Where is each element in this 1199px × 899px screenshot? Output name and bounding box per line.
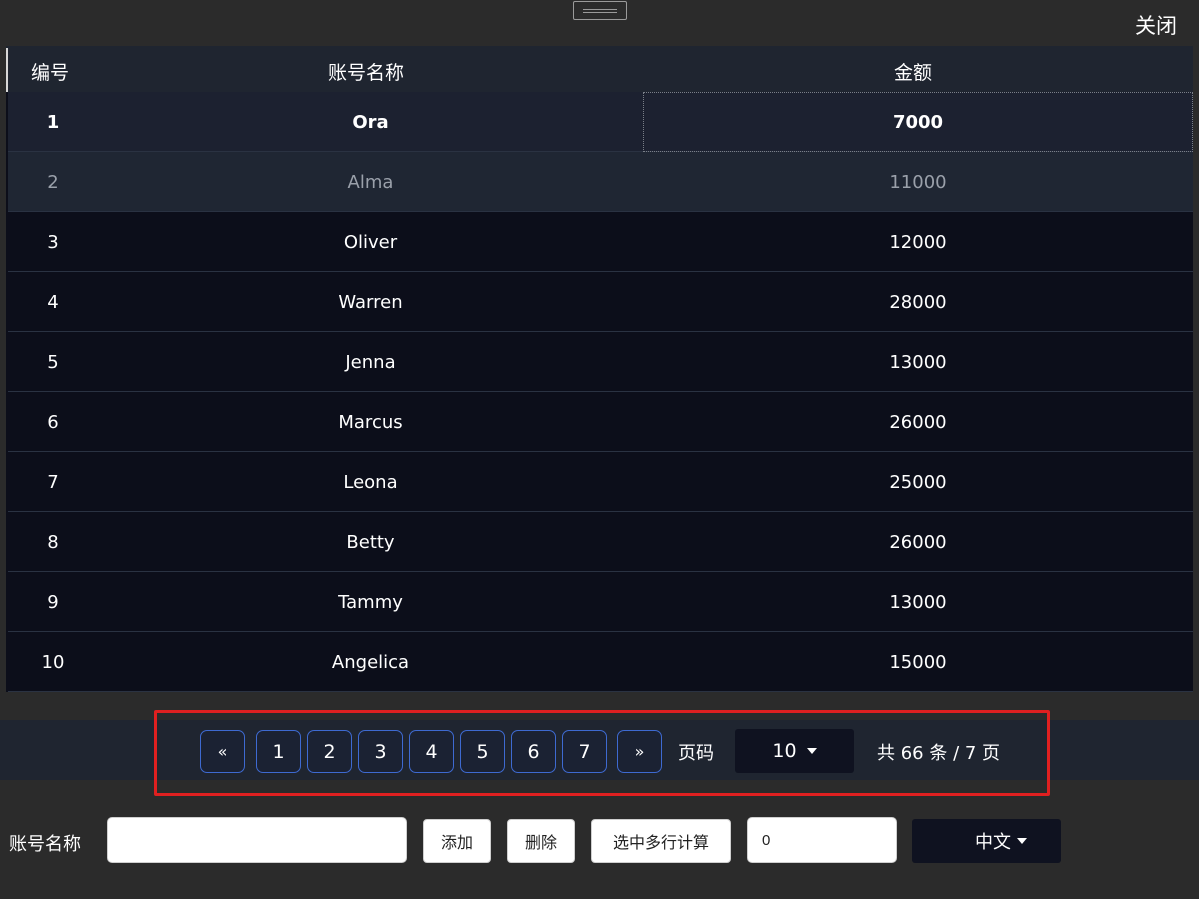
cell-id[interactable]: 6 [8, 392, 98, 452]
cell-id[interactable]: 9 [8, 572, 98, 632]
header-amount[interactable]: 金额 [894, 58, 932, 85]
column-resize-handle[interactable] [6, 48, 8, 92]
page-size-select[interactable]: 10 [735, 729, 854, 773]
multi-row-calc-button[interactable]: 选中多行计算 [591, 819, 731, 863]
cell-amount[interactable]: 25000 [643, 452, 1193, 512]
delete-button[interactable]: 删除 [507, 819, 575, 863]
page-button-6[interactable]: 6 [511, 730, 556, 773]
page-button-5[interactable]: 5 [460, 730, 505, 773]
header-id[interactable]: 编号 [31, 58, 69, 85]
accounts-table: 编号 账号名称 金额 1 Ora 7000 2 Alma 11000 3 Oli… [6, 46, 1193, 692]
page-button-7[interactable]: 7 [562, 730, 607, 773]
table-row[interactable]: 10 Angelica 15000 [8, 632, 1193, 692]
cell-id[interactable]: 7 [8, 452, 98, 512]
cell-id[interactable]: 3 [8, 212, 98, 272]
account-name-input[interactable] [107, 817, 407, 863]
page-button-4[interactable]: 4 [409, 730, 454, 773]
table-row[interactable]: 2 Alma 11000 [8, 152, 1193, 212]
cell-amount[interactable]: 13000 [643, 572, 1193, 632]
account-name-label: 账号名称 [9, 834, 81, 855]
cell-amount[interactable]: 7000 [643, 92, 1193, 152]
cell-id[interactable]: 2 [8, 152, 98, 212]
cell-id[interactable]: 8 [8, 512, 98, 572]
cell-account-name[interactable]: Ora [98, 92, 643, 152]
table-row[interactable]: 6 Marcus 26000 [8, 392, 1193, 452]
cell-amount[interactable]: 12000 [643, 212, 1193, 272]
cell-id[interactable]: 4 [8, 272, 98, 332]
pagination-summary: 共 66 条 / 7 页 [877, 743, 1001, 764]
cell-amount[interactable]: 26000 [643, 392, 1193, 452]
prev-page-button[interactable]: « [200, 730, 245, 773]
page-button-3[interactable]: 3 [358, 730, 403, 773]
cell-account-name[interactable]: Leona [98, 452, 643, 512]
close-button[interactable]: 关闭 [1135, 10, 1177, 40]
drag-handle-icon[interactable] [573, 1, 627, 20]
caret-down-icon [806, 748, 817, 754]
table-row[interactable]: 3 Oliver 12000 [8, 212, 1193, 272]
cell-id[interactable]: 10 [8, 632, 98, 692]
cell-account-name[interactable]: Betty [98, 512, 643, 572]
cell-account-name[interactable]: Oliver [98, 212, 643, 272]
language-select[interactable]: 中文 [912, 819, 1061, 863]
cell-id[interactable]: 1 [8, 92, 98, 152]
cell-amount[interactable]: 28000 [643, 272, 1193, 332]
cell-account-name[interactable]: Warren [98, 272, 643, 332]
page-button-2[interactable]: 2 [307, 730, 352, 773]
cell-account-name[interactable]: Tammy [98, 572, 643, 632]
add-button[interactable]: 添加 [423, 819, 491, 863]
language-value: 中文 [975, 832, 1011, 853]
table-row[interactable]: 1 Ora 7000 [8, 92, 1193, 152]
caret-down-icon [1017, 838, 1027, 844]
table-row[interactable]: 4 Warren 28000 [8, 272, 1193, 332]
next-page-button[interactable]: » [617, 730, 662, 773]
page-button-1[interactable]: 1 [256, 730, 301, 773]
table-row[interactable]: 8 Betty 26000 [8, 512, 1193, 572]
table-row[interactable]: 7 Leona 25000 [8, 452, 1193, 512]
page-size-value: 10 [772, 740, 797, 762]
cell-amount[interactable]: 11000 [643, 152, 1193, 212]
title-bar: 关闭 [0, 0, 1199, 46]
cell-account-name[interactable]: Jenna [98, 332, 643, 392]
calc-result-input[interactable] [747, 817, 897, 863]
page-label: 页码 [678, 743, 714, 764]
cell-amount[interactable]: 26000 [643, 512, 1193, 572]
cell-account-name[interactable]: Alma [98, 152, 643, 212]
header-account-name[interactable]: 账号名称 [328, 58, 404, 85]
cell-account-name[interactable]: Angelica [98, 632, 643, 692]
cell-account-name[interactable]: Marcus [98, 392, 643, 452]
table-header: 编号 账号名称 金额 [6, 46, 1193, 92]
table-row[interactable]: 5 Jenna 13000 [8, 332, 1193, 392]
cell-id[interactable]: 5 [8, 332, 98, 392]
cell-amount[interactable]: 15000 [643, 632, 1193, 692]
table-row[interactable]: 9 Tammy 13000 [8, 572, 1193, 632]
cell-amount[interactable]: 13000 [643, 332, 1193, 392]
